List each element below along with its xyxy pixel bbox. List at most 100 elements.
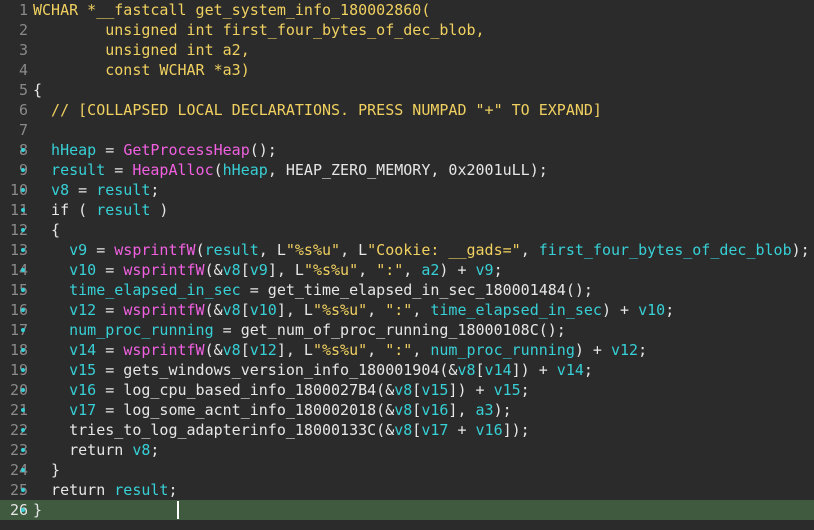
code-line[interactable]: 15 time_elapsed_in_sec = get_time_elapse… [0,280,814,300]
token: num_proc_running [33,321,214,339]
code-text: v16 = log_cpu_based_info_1800027B4(&v8[v… [30,380,530,400]
code-line[interactable]: 8 hHeap = GetProcessHeap(); [0,140,814,160]
breakpoint-marker-icon[interactable] [21,208,25,212]
token: time_elapsed_in_sec [33,281,241,299]
line-number: 16 [9,301,28,319]
token: = get_time_elapsed_in_sec_180001484(); [240,281,593,299]
code-line[interactable]: 16 v12 = wsprintfW(&v8[v10], L"%s%u", ":… [0,300,814,320]
code-line[interactable]: 18 v14 = wsprintfW(&v8[v12], L"%s%u", ":… [0,340,814,360]
token: ], [448,401,476,419]
token: = [87,241,115,259]
breakpoint-marker-icon[interactable] [21,348,25,352]
breakpoint-marker-icon[interactable] [21,288,25,292]
breakpoint-marker-icon[interactable] [21,248,25,252]
code-line[interactable]: 26} [0,500,814,520]
code-line[interactable]: 3 unsigned int a2, [0,40,814,60]
code-line[interactable]: 11 if ( result ) [0,200,814,220]
code-line[interactable]: 12 { [0,220,814,240]
code-text: return result; [30,480,177,500]
token: v8 [457,361,476,379]
token: tries_to_log_adapterinfo_18000133C(& [33,421,395,439]
code-line[interactable]: 20 v16 = log_cpu_based_info_1800027B4(&v… [0,380,814,400]
token: (); [249,141,277,159]
token: HeapAlloc [132,161,214,179]
code-text: v17 = log_some_acnt_info_180002018(&v8[v… [30,400,512,420]
line-number: 20 [9,381,28,399]
token: "%s%u" [285,241,341,259]
code-line[interactable]: 7 [0,120,814,140]
breakpoint-marker-icon[interactable] [21,228,25,232]
breakpoint-marker-icon[interactable] [21,368,25,372]
code-line[interactable]: 23 return v8; [0,440,814,460]
token: v14 [556,361,584,379]
token: "%s%u" [312,341,368,359]
breakpoint-marker-icon[interactable] [21,508,25,512]
breakpoint-marker-icon[interactable] [21,408,25,412]
token: v12 [33,301,97,319]
code-text: tries_to_log_adapterinfo_18000133C(&v8[v… [30,420,530,440]
code-line[interactable]: 21 v17 = log_some_acnt_info_180002018(&v… [0,400,814,420]
token: , L [340,241,368,259]
code-line[interactable]: 1 WCHAR *__fastcall get_system_info_18000… [0,0,814,20]
code-line[interactable]: 17 num_proc_running = get_num_of_proc_ru… [0,320,814,340]
code-line[interactable]: 5{ [0,80,814,100]
breakpoint-marker-icon[interactable] [21,148,25,152]
line-number: 23 [9,441,28,459]
code-line[interactable]: 14 v10 = wsprintfW(&v8[v9], L"%s%u", ":"… [0,260,814,280]
token: return [33,441,133,459]
code-text: v8 = result; [30,180,159,200]
token: ":" [385,341,413,359]
token: ; [583,361,593,379]
breakpoint-marker-icon[interactable] [21,488,25,492]
line-number: 6 [18,101,28,119]
breakpoint-marker-icon[interactable] [21,428,25,432]
code-line[interactable]: 19 v15 = gets_windows_version_info_18000… [0,360,814,380]
token: v10 [249,301,277,319]
token: (& [204,261,223,279]
token: ) + [574,341,611,359]
breakpoint-marker-icon[interactable] [21,448,25,452]
code-text: unsigned int a2, [30,40,250,60]
token: wsprintfW [123,261,205,279]
code-line[interactable]: 6 // [COLLAPSED LOCAL DECLARATIONS. PRES… [0,100,814,120]
token: ]) + [511,361,557,379]
line-number: 18 [9,341,28,359]
code-text: if ( result ) [30,200,168,220]
code-line[interactable]: 13 v9 = wsprintfW(result, L"%s%u", L"Coo… [0,240,814,260]
code-text: v9 = wsprintfW(result, L"%s%u", L"Cookie… [30,240,810,260]
code-line[interactable]: 9 result = HeapAlloc(hHeap, HEAP_ZERO_ME… [0,160,814,180]
breakpoint-marker-icon[interactable] [21,168,25,172]
token: ; [150,441,160,459]
breakpoint-marker-icon[interactable] [21,468,25,472]
line-number: 3 [18,41,28,59]
token: v9 [33,241,88,259]
token: ; [665,301,675,319]
line-number: 10 [9,181,28,199]
token: ; [638,341,648,359]
code-line[interactable]: 2 unsigned int first_four_bytes_of_dec_b… [0,20,814,40]
pseudocode-editor[interactable]: 1 WCHAR *__fastcall get_system_info_18000… [0,0,814,530]
breakpoint-marker-icon[interactable] [21,388,25,392]
token: } [33,461,61,479]
breakpoint-marker-icon[interactable] [21,328,25,332]
breakpoint-marker-icon[interactable] [21,308,25,312]
token: ) + [601,301,639,319]
token: unsigned int first_four_bytes_of_dec_blo… [33,21,485,39]
token: [ [412,381,422,399]
token: v15 [421,381,449,399]
token: ":" [385,301,413,319]
code-line[interactable]: 24 } [0,460,814,480]
token: ], L [276,341,313,359]
breakpoint-marker-icon[interactable] [21,188,25,192]
code-text: WCHAR *__fastcall get_system_info_180002… [30,0,430,20]
token: v9 [475,261,494,279]
token: [ [475,361,485,379]
line-number: 17 [9,321,28,339]
code-line[interactable]: 25 return result; [0,480,814,500]
code-line[interactable]: 10 v8 = result; [0,180,814,200]
code-line[interactable]: 22 tries_to_log_adapterinfo_18000133C(&v… [0,420,814,440]
breakpoint-marker-icon[interactable] [21,268,25,272]
token: v8 [222,301,241,319]
code-line[interactable]: 4 const WCHAR *a3) [0,60,814,80]
line-number: 4 [18,61,28,79]
